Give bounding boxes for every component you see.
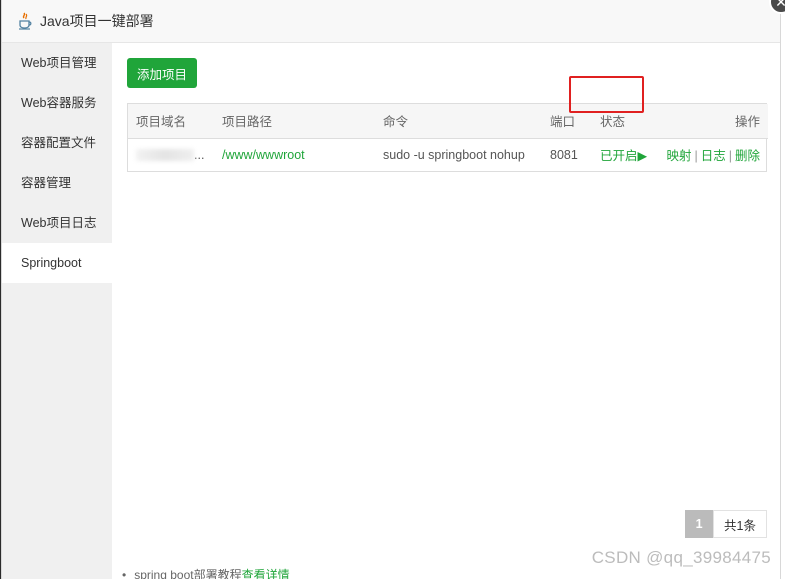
- table-header-row: 项目域名 项目路径 命令 端口 状态 操作: [128, 104, 768, 139]
- sidebar: Web项目管理 Web容器服务 容器配置文件 容器管理 Web项目日志 Spri…: [2, 43, 112, 579]
- separator: |: [694, 149, 698, 164]
- cell-domain: ...: [128, 138, 214, 171]
- header-path: 项目路径: [214, 104, 375, 139]
- page-total: 共1条: [713, 510, 767, 538]
- titlebar: Java项目一键部署: [2, 0, 780, 43]
- dialog-window: Java项目一键部署 Web项目管理 Web容器服务 容器配置文件 容器管理 W…: [1, 0, 781, 579]
- separator: |: [728, 149, 732, 164]
- map-link[interactable]: 映射: [666, 149, 691, 163]
- watermark: CSDN @qq_39984475: [591, 548, 771, 567]
- sidebar-item-container-manage[interactable]: 容器管理: [2, 163, 112, 203]
- log-link[interactable]: 日志: [701, 149, 726, 163]
- sidebar-item-web-container-service[interactable]: Web容器服务: [2, 83, 112, 123]
- header-actions: 操作: [652, 104, 768, 139]
- main-content: 添加项目 项目域名 项目路径 命令 端口 状态 操作 ... /www/wwwr…: [112, 43, 780, 579]
- cell-command: sudo -u springboot nohup: [383, 147, 525, 162]
- cell-port: 8081: [550, 147, 578, 162]
- java-icon: [16, 12, 34, 30]
- header-domain: 项目域名: [128, 104, 214, 139]
- delete-link[interactable]: 删除: [735, 149, 760, 163]
- cell-path[interactable]: /www/wwwroot: [214, 138, 375, 171]
- page-current[interactable]: 1: [685, 510, 714, 538]
- bullet-icon: •: [122, 568, 127, 579]
- header-status: 状态: [592, 104, 652, 139]
- cell-actions: 映射 | 日志 | 删除: [652, 138, 768, 171]
- status-running-toggle[interactable]: 已开启▶: [600, 149, 647, 163]
- sidebar-item-web-project-log[interactable]: Web项目日志: [2, 203, 112, 243]
- domain-ellipsis: ...: [194, 147, 205, 162]
- sidebar-item-web-project-manage[interactable]: Web项目管理: [2, 43, 112, 83]
- footer-note-text: spring boot部署教程: [134, 568, 242, 579]
- footer-note: • spring boot部署教程查看详情: [122, 566, 290, 579]
- table-row: ... /www/wwwroot sudo -u springboot nohu…: [128, 138, 768, 171]
- cell-status: 已开启▶: [592, 138, 652, 171]
- redacted-domain: [136, 149, 194, 162]
- project-table: 项目域名 项目路径 命令 端口 状态 操作 ... /www/wwwroot s…: [127, 103, 768, 172]
- add-project-button[interactable]: 添加项目: [127, 58, 198, 88]
- footer-detail-link[interactable]: 查看详情: [242, 568, 290, 579]
- sidebar-item-container-config[interactable]: 容器配置文件: [2, 123, 112, 163]
- sidebar-item-springboot[interactable]: Springboot: [2, 243, 112, 283]
- window-title: Java项目一键部署: [40, 13, 154, 29]
- pagination: 1 共1条: [685, 510, 767, 538]
- header-command: 命令: [375, 104, 542, 139]
- header-port: 端口: [542, 104, 592, 139]
